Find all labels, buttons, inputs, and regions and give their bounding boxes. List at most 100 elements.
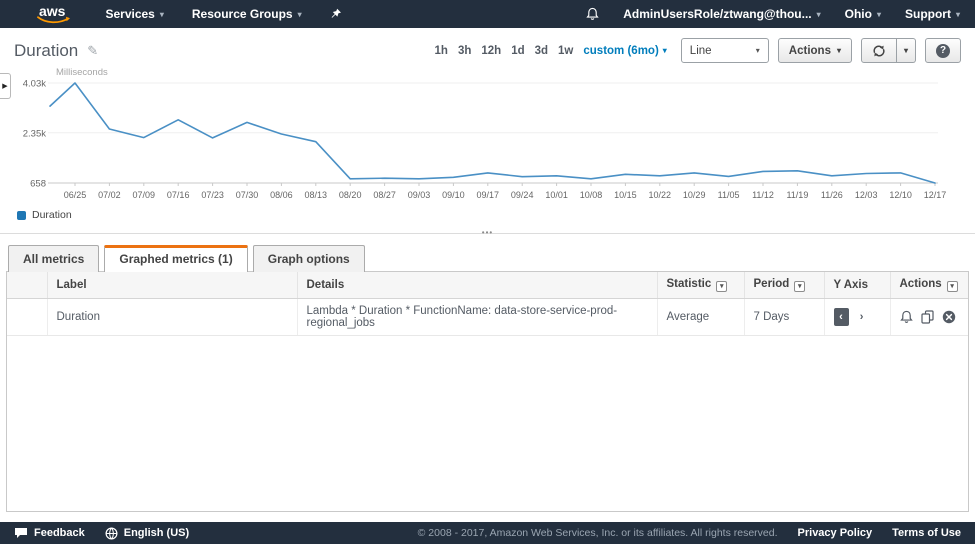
footer-bar: Feedback English (US) © 2008 - 2017, Ama… [0, 522, 975, 544]
aws-smile-icon [37, 16, 71, 25]
svg-text:09/17: 09/17 [477, 190, 500, 200]
range-3d[interactable]: 3d [535, 45, 548, 57]
table-header-row: Label Details Statistic▾ Period▾ Y Axis … [7, 272, 968, 299]
chevron-down-icon: ▾ [904, 46, 908, 55]
feedback-button[interactable]: Feedback [14, 527, 85, 539]
nav-region-menu[interactable]: Ohio ▾ [845, 7, 881, 21]
expand-arrow-icon: ▶ [2, 82, 7, 90]
svg-text:09/24: 09/24 [511, 190, 534, 200]
chevron-down-icon: ▾ [663, 46, 667, 55]
close-circle-icon [942, 310, 956, 324]
chevron-down-icon: ▾ [956, 10, 960, 19]
svg-text:07/30: 07/30 [236, 190, 259, 200]
drag-handle-icon[interactable]: ••• [482, 228, 493, 237]
svg-text:10/22: 10/22 [649, 190, 672, 200]
edit-title-icon[interactable]: ✎ [87, 43, 98, 59]
svg-text:11/26: 11/26 [821, 190, 843, 200]
range-custom[interactable]: custom (6mo) ▾ [583, 45, 666, 57]
copyright-text: © 2008 - 2017, Amazon Web Services, Inc.… [418, 527, 778, 539]
svg-text:10/01: 10/01 [545, 190, 568, 200]
header-actions: Actions▾ [890, 272, 968, 299]
svg-text:06/25: 06/25 [64, 190, 87, 200]
duplicate-metric-button[interactable] [921, 310, 934, 324]
column-dropdown-icon[interactable]: ▾ [947, 281, 958, 292]
create-alarm-button[interactable] [900, 310, 913, 324]
legend-swatch [17, 211, 26, 220]
metric-label-cell: Duration [47, 299, 297, 336]
svg-text:4.03k: 4.03k [23, 79, 46, 90]
nav-account-menu[interactable]: AdminUsersRole/ztwang@thou... ▾ [623, 7, 820, 21]
metric-period-cell[interactable]: 7 Days [744, 299, 824, 336]
metric-swatch-cell[interactable] [7, 299, 47, 336]
range-1d[interactable]: 1d [511, 45, 524, 57]
svg-text:09/03: 09/03 [408, 190, 431, 200]
svg-text:12/03: 12/03 [855, 190, 878, 200]
svg-text:08/13: 08/13 [305, 190, 328, 200]
terms-of-use-link[interactable]: Terms of Use [892, 527, 961, 539]
chevron-down-icon: ▾ [298, 10, 302, 19]
duration-chart[interactable]: Milliseconds6582.35k4.03k06/2507/0207/09… [0, 65, 960, 207]
svg-text:07/02: 07/02 [98, 190, 121, 200]
header-label: Label [47, 272, 297, 299]
remove-metric-button[interactable] [942, 310, 956, 324]
nav-support-menu[interactable]: Support ▾ [905, 7, 960, 21]
chevron-down-icon: ▾ [817, 10, 821, 19]
chart-type-select[interactable]: Line ▾ [681, 38, 769, 63]
svg-text:10/15: 10/15 [614, 190, 637, 200]
svg-text:658: 658 [30, 179, 46, 190]
svg-text:08/27: 08/27 [373, 190, 396, 200]
metric-actions-cell [890, 299, 968, 336]
nav-pin-shortcut[interactable] [330, 8, 342, 21]
metric-details-cell: Lambda * Duration * FunctionName: data-s… [297, 299, 657, 336]
yaxis-right-button[interactable]: › [860, 311, 864, 323]
chart-legend[interactable]: Duration [17, 209, 975, 221]
svg-text:10/08: 10/08 [580, 190, 603, 200]
range-3h[interactable]: 3h [458, 45, 471, 57]
svg-text:Milliseconds: Milliseconds [56, 67, 108, 78]
svg-text:08/06: 08/06 [270, 190, 293, 200]
column-dropdown-icon[interactable]: ▾ [716, 281, 727, 292]
svg-text:12/10: 12/10 [889, 190, 912, 200]
nav-resource-groups[interactable]: Resource Groups ▾ [192, 7, 302, 21]
metric-chart-area: ▶ Milliseconds6582.35k4.03k06/2507/0207/… [0, 65, 975, 221]
language-selector[interactable]: English (US) [105, 527, 189, 540]
metric-yaxis-cell: ‹ › [824, 299, 890, 336]
help-button[interactable]: ? [925, 38, 961, 63]
refresh-icon [872, 44, 886, 58]
graph-header: Duration ✎ 1h 3h 12h 1d 3d 1w custom (6m… [0, 28, 975, 65]
header-details: Details [297, 272, 657, 299]
nav-services[interactable]: Services ▾ [105, 7, 163, 21]
sidebar-expander[interactable]: ▶ [0, 73, 11, 99]
svg-text:09/10: 09/10 [442, 190, 465, 200]
yaxis-left-button[interactable]: ‹ [834, 308, 849, 326]
cloudwatch-console: aws Services ▾ Resource Groups ▾ [0, 0, 975, 544]
svg-text:11/12: 11/12 [752, 190, 774, 200]
tab-graphed-metrics[interactable]: Graphed metrics (1) [104, 245, 247, 272]
column-dropdown-icon[interactable]: ▾ [794, 281, 805, 292]
nav-notifications[interactable] [586, 7, 599, 21]
header-period: Period▾ [744, 272, 824, 299]
aws-logo[interactable]: aws [39, 4, 65, 24]
legend-label: Duration [32, 209, 72, 221]
metric-statistic-cell[interactable]: Average [657, 299, 744, 336]
tab-all-metrics[interactable]: All metrics [8, 245, 99, 272]
privacy-policy-link[interactable]: Privacy Policy [798, 527, 873, 539]
svg-text:08/20: 08/20 [339, 190, 362, 200]
range-1h[interactable]: 1h [435, 45, 448, 57]
chevron-down-icon: ▾ [877, 10, 881, 19]
bell-icon [586, 7, 599, 21]
refresh-button[interactable] [861, 38, 897, 63]
svg-text:10/29: 10/29 [683, 190, 706, 200]
svg-text:12/17: 12/17 [924, 190, 947, 200]
range-1w[interactable]: 1w [558, 45, 573, 57]
tab-graph-options[interactable]: Graph options [253, 245, 365, 272]
pane-splitter[interactable]: ••• [0, 233, 975, 242]
top-nav-bar: aws Services ▾ Resource Groups ▾ [0, 0, 975, 28]
actions-button[interactable]: Actions ▾ [778, 38, 852, 63]
chevron-down-icon: ▾ [160, 10, 164, 19]
refresh-options-button[interactable]: ▾ [897, 38, 916, 63]
metrics-tabs: All metrics Graphed metrics (1) Graph op… [0, 245, 975, 271]
svg-text:07/23: 07/23 [201, 190, 224, 200]
range-12h[interactable]: 12h [481, 45, 501, 57]
help-icon: ? [936, 44, 950, 58]
